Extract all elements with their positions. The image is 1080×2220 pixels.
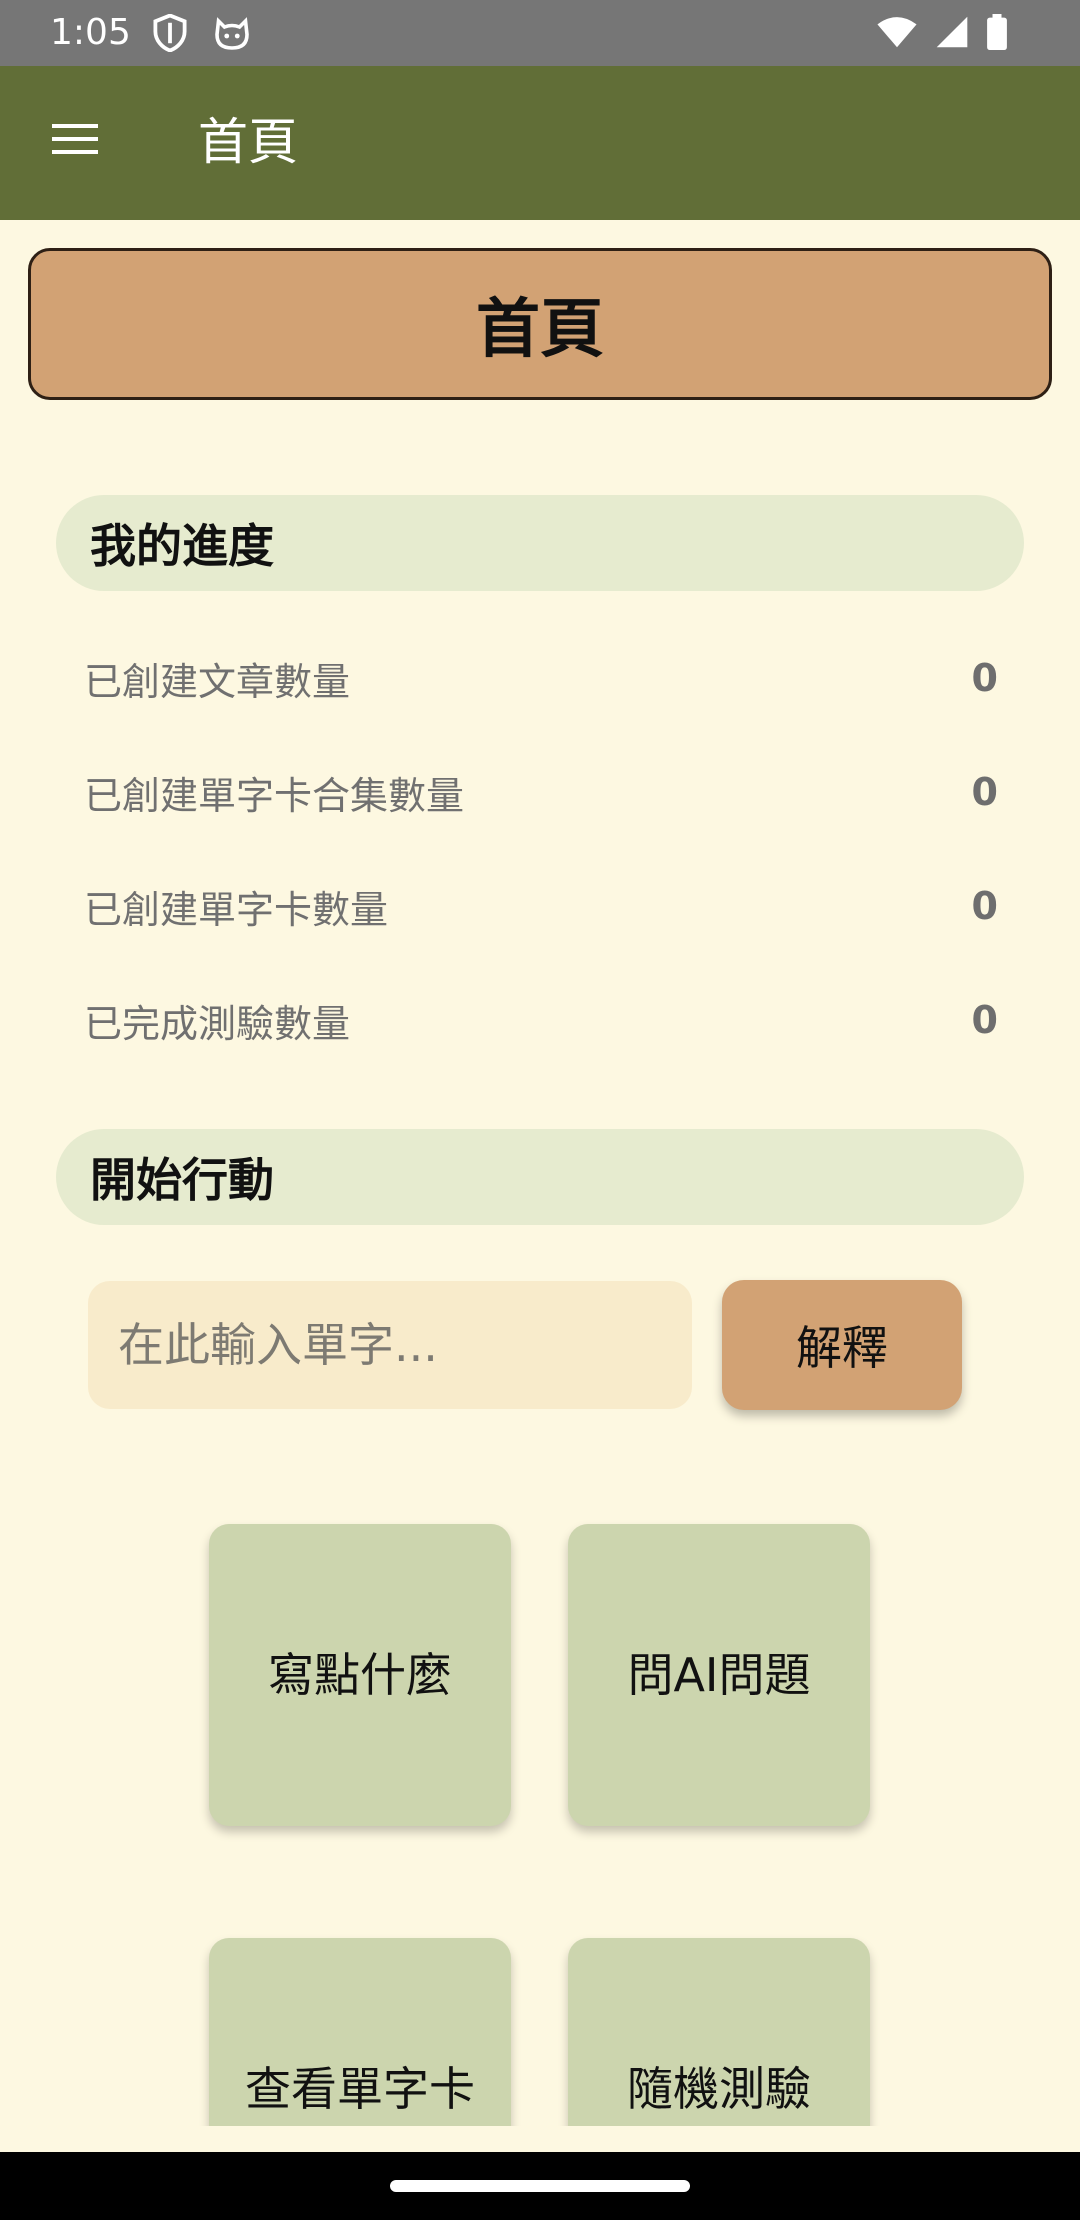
navigation-bar xyxy=(0,2152,1080,2220)
menu-icon[interactable] xyxy=(44,114,106,164)
stat-label: 已創建單字卡合集數量 xyxy=(84,773,465,818)
ask-ai-button[interactable]: 問AI問題 xyxy=(568,1524,870,1826)
stat-row-flashcards: 已創建單字卡數量 0 xyxy=(84,876,998,936)
cat-icon xyxy=(215,17,249,50)
app-bar-title: 首頁 xyxy=(198,113,298,171)
stat-value: 0 xyxy=(971,884,998,928)
status-bar: 1:05 xyxy=(0,0,1080,66)
explain-button[interactable]: 解釋 xyxy=(722,1280,962,1410)
stat-row-quizzes: 已完成測驗數量 0 xyxy=(84,990,998,1050)
view-flashcards-button[interactable]: 查看單字卡 xyxy=(209,1938,511,2126)
stat-value: 0 xyxy=(971,770,998,814)
stat-row-flashcard-sets: 已創建單字卡合集數量 0 xyxy=(84,762,998,822)
action-tiles-grid: 寫點什麼 問AI問題 查看單字卡 隨機測驗 xyxy=(0,1450,1080,2126)
home-gesture-handle[interactable] xyxy=(390,2180,690,2192)
app-bar: 首頁 xyxy=(0,66,1080,220)
signal-icon xyxy=(936,16,968,48)
stat-value: 0 xyxy=(971,656,998,700)
actions-section-header: 開始行動 xyxy=(56,1129,1024,1225)
word-input[interactable] xyxy=(88,1281,692,1409)
battery-icon xyxy=(987,14,1007,50)
stat-label: 已創建單字卡數量 xyxy=(84,887,389,932)
progress-section-header: 我的進度 xyxy=(56,495,1024,591)
page-title-banner: 首頁 xyxy=(28,248,1052,400)
stat-value: 0 xyxy=(971,998,998,1042)
status-time: 1:05 xyxy=(50,12,131,53)
stat-label: 已創建文章數量 xyxy=(84,659,351,704)
write-something-button[interactable]: 寫點什麼 xyxy=(209,1524,511,1826)
stat-row-articles: 已創建文章數量 0 xyxy=(84,648,998,708)
stat-label: 已完成測驗數量 xyxy=(84,1001,351,1046)
shield-icon xyxy=(153,14,187,52)
random-quiz-button[interactable]: 隨機測驗 xyxy=(568,1938,870,2126)
wifi-icon xyxy=(877,17,917,48)
